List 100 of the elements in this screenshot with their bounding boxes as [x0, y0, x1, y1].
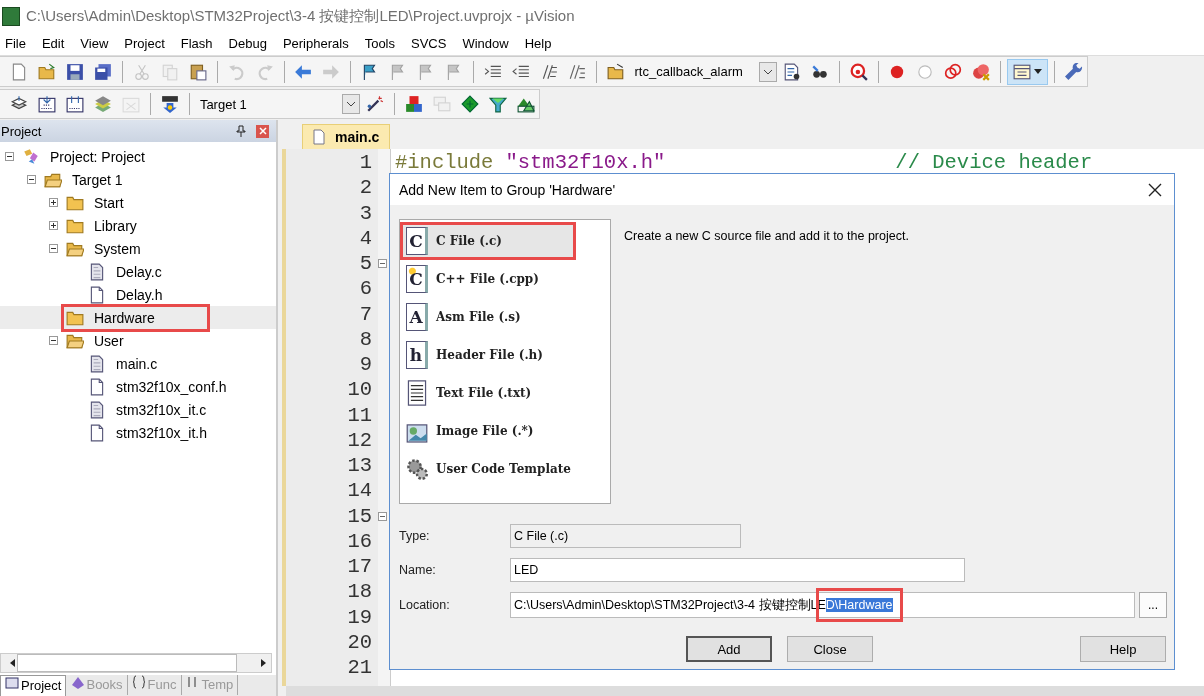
- app-icon: [2, 6, 20, 26]
- collapse-icon[interactable]: [27, 175, 39, 184]
- dialog-button[interactable]: Help: [1080, 636, 1166, 662]
- magic-wand-icon: [366, 95, 385, 113]
- layers-icon: [94, 95, 112, 113]
- toolbar-button[interactable]: [1007, 58, 1049, 85]
- tree-item[interactable]: stm32f10x_it.h: [0, 421, 276, 444]
- line-number: 8: [359, 327, 372, 351]
- line-number: 11: [347, 403, 372, 427]
- copy-icon: [160, 62, 179, 81]
- list-item[interactable]: h Header File (.h): [400, 336, 610, 374]
- line-number: 7: [359, 302, 372, 326]
- menu-item[interactable]: View: [74, 36, 116, 51]
- dropdown-icon: [1034, 69, 1043, 74]
- menu-item[interactable]: Project: [118, 36, 172, 51]
- close-icon[interactable]: [1148, 182, 1162, 197]
- file-icon: [313, 129, 325, 145]
- tree-item[interactable]: Library: [0, 214, 276, 237]
- diamond-icon: [461, 95, 479, 113]
- line-number: 6: [359, 277, 372, 301]
- flag-icon: [361, 62, 379, 81]
- flag-icon: [417, 62, 435, 81]
- tree-item[interactable]: main.c: [0, 352, 276, 375]
- collapse-icon[interactable]: [49, 336, 61, 345]
- menu-item[interactable]: Flash: [174, 36, 220, 51]
- tree-item[interactable]: Delay.h: [0, 283, 276, 306]
- line-number: 18: [347, 580, 372, 604]
- line-number: 10: [347, 378, 372, 402]
- string-literal: "stm32f10x.h": [505, 151, 666, 175]
- tree-item[interactable]: Project: Project: [0, 145, 276, 168]
- menu-item[interactable]: Help: [518, 36, 559, 51]
- preproc-keyword: #include: [395, 151, 494, 175]
- new-file-icon: [10, 62, 28, 81]
- uncomment-lines-icon: [567, 62, 586, 81]
- menu-item[interactable]: Window: [456, 36, 516, 51]
- build-icon: [38, 95, 56, 113]
- file-tab[interactable]: main.c: [302, 124, 391, 149]
- open-folder-icon: [38, 62, 56, 81]
- line-number: 12: [347, 428, 372, 452]
- line-number: 15: [347, 504, 372, 528]
- scrollbar[interactable]: [286, 686, 1204, 696]
- name-field[interactable]: LED: [510, 558, 965, 582]
- tree-item[interactable]: Start: [0, 191, 276, 214]
- line-number: 14: [347, 479, 372, 503]
- line-number: 5: [359, 252, 372, 276]
- rebuild-icon: [66, 95, 84, 113]
- line-number: 4: [359, 226, 372, 250]
- dropdown-field[interactable]: rtc_callback_alarm: [630, 60, 777, 83]
- list-item[interactable]: A Asm File (.s): [400, 298, 610, 336]
- list-item[interactable]: User Code Template: [400, 450, 610, 488]
- tree-item[interactable]: Delay.c: [0, 260, 276, 283]
- tree-item[interactable]: stm32f10x_it.c: [0, 398, 276, 421]
- file-icon: [88, 377, 106, 396]
- file-icon: [88, 423, 106, 442]
- code-comment: // Device header: [895, 151, 1093, 175]
- dialog-button[interactable]: Close: [787, 636, 873, 662]
- list-item[interactable]: Image File (.*): [400, 412, 610, 450]
- fold-icon[interactable]: [378, 259, 387, 269]
- dialog-button[interactable]: Add: [686, 636, 772, 662]
- menu-item[interactable]: Debug: [222, 36, 274, 51]
- expand-icon[interactable]: [49, 221, 61, 230]
- file-type-icon: C: [406, 265, 428, 293]
- menu-item[interactable]: Edit: [35, 36, 72, 51]
- save-all-icon: [94, 62, 112, 81]
- menu-item[interactable]: Tools: [358, 36, 402, 51]
- scrollbar[interactable]: [0, 653, 272, 673]
- line-number: 9: [359, 353, 372, 377]
- menu-item[interactable]: Peripherals: [276, 36, 356, 51]
- tree-item[interactable]: User: [0, 329, 276, 352]
- expand-icon[interactable]: [49, 198, 61, 207]
- tree-item[interactable]: stm32f10x_conf.h: [0, 375, 276, 398]
- settings-icon: [1064, 62, 1083, 81]
- menu-item[interactable]: File: [0, 36, 33, 51]
- flag-icon: [389, 62, 407, 81]
- browse-button[interactable]: ...: [1139, 592, 1167, 618]
- file-icon: [88, 262, 106, 281]
- menu-item[interactable]: SVCS: [405, 36, 454, 51]
- list-item[interactable]: C C++ File (.cpp): [400, 260, 610, 298]
- field-label: Type:: [399, 529, 431, 543]
- list-item[interactable]: Text File (.txt): [400, 374, 610, 412]
- collapse-icon[interactable]: [49, 244, 61, 253]
- file-icon: [88, 354, 106, 373]
- fold-icon[interactable]: [378, 511, 387, 521]
- line-number: 17: [347, 555, 372, 579]
- tree-item[interactable]: System: [0, 237, 276, 260]
- file-type-icon: A: [406, 303, 428, 331]
- tree-item[interactable]: Target 1: [0, 168, 276, 191]
- code-editor[interactable]: [282, 149, 1204, 686]
- stop-build-icon: [122, 95, 140, 113]
- tree-item[interactable]: Hardware: [0, 306, 276, 329]
- collapse-icon[interactable]: [5, 152, 17, 161]
- pin-icon[interactable]: [236, 125, 246, 137]
- list-item[interactable]: C C File (.c): [400, 222, 576, 260]
- field-label: Name:: [399, 563, 437, 577]
- file-icon: [88, 285, 106, 304]
- dropdown-icon[interactable]: [342, 94, 361, 114]
- funnel-icon: [489, 95, 507, 113]
- panel-tab[interactable]: Project: [0, 675, 67, 696]
- field-label: Location:: [399, 598, 451, 612]
- window-title: C:\Users\Admin\Desktop\STM32Project\3-4 按键控制LED\Project.uvprojx - µVision: [26, 6, 575, 26]
